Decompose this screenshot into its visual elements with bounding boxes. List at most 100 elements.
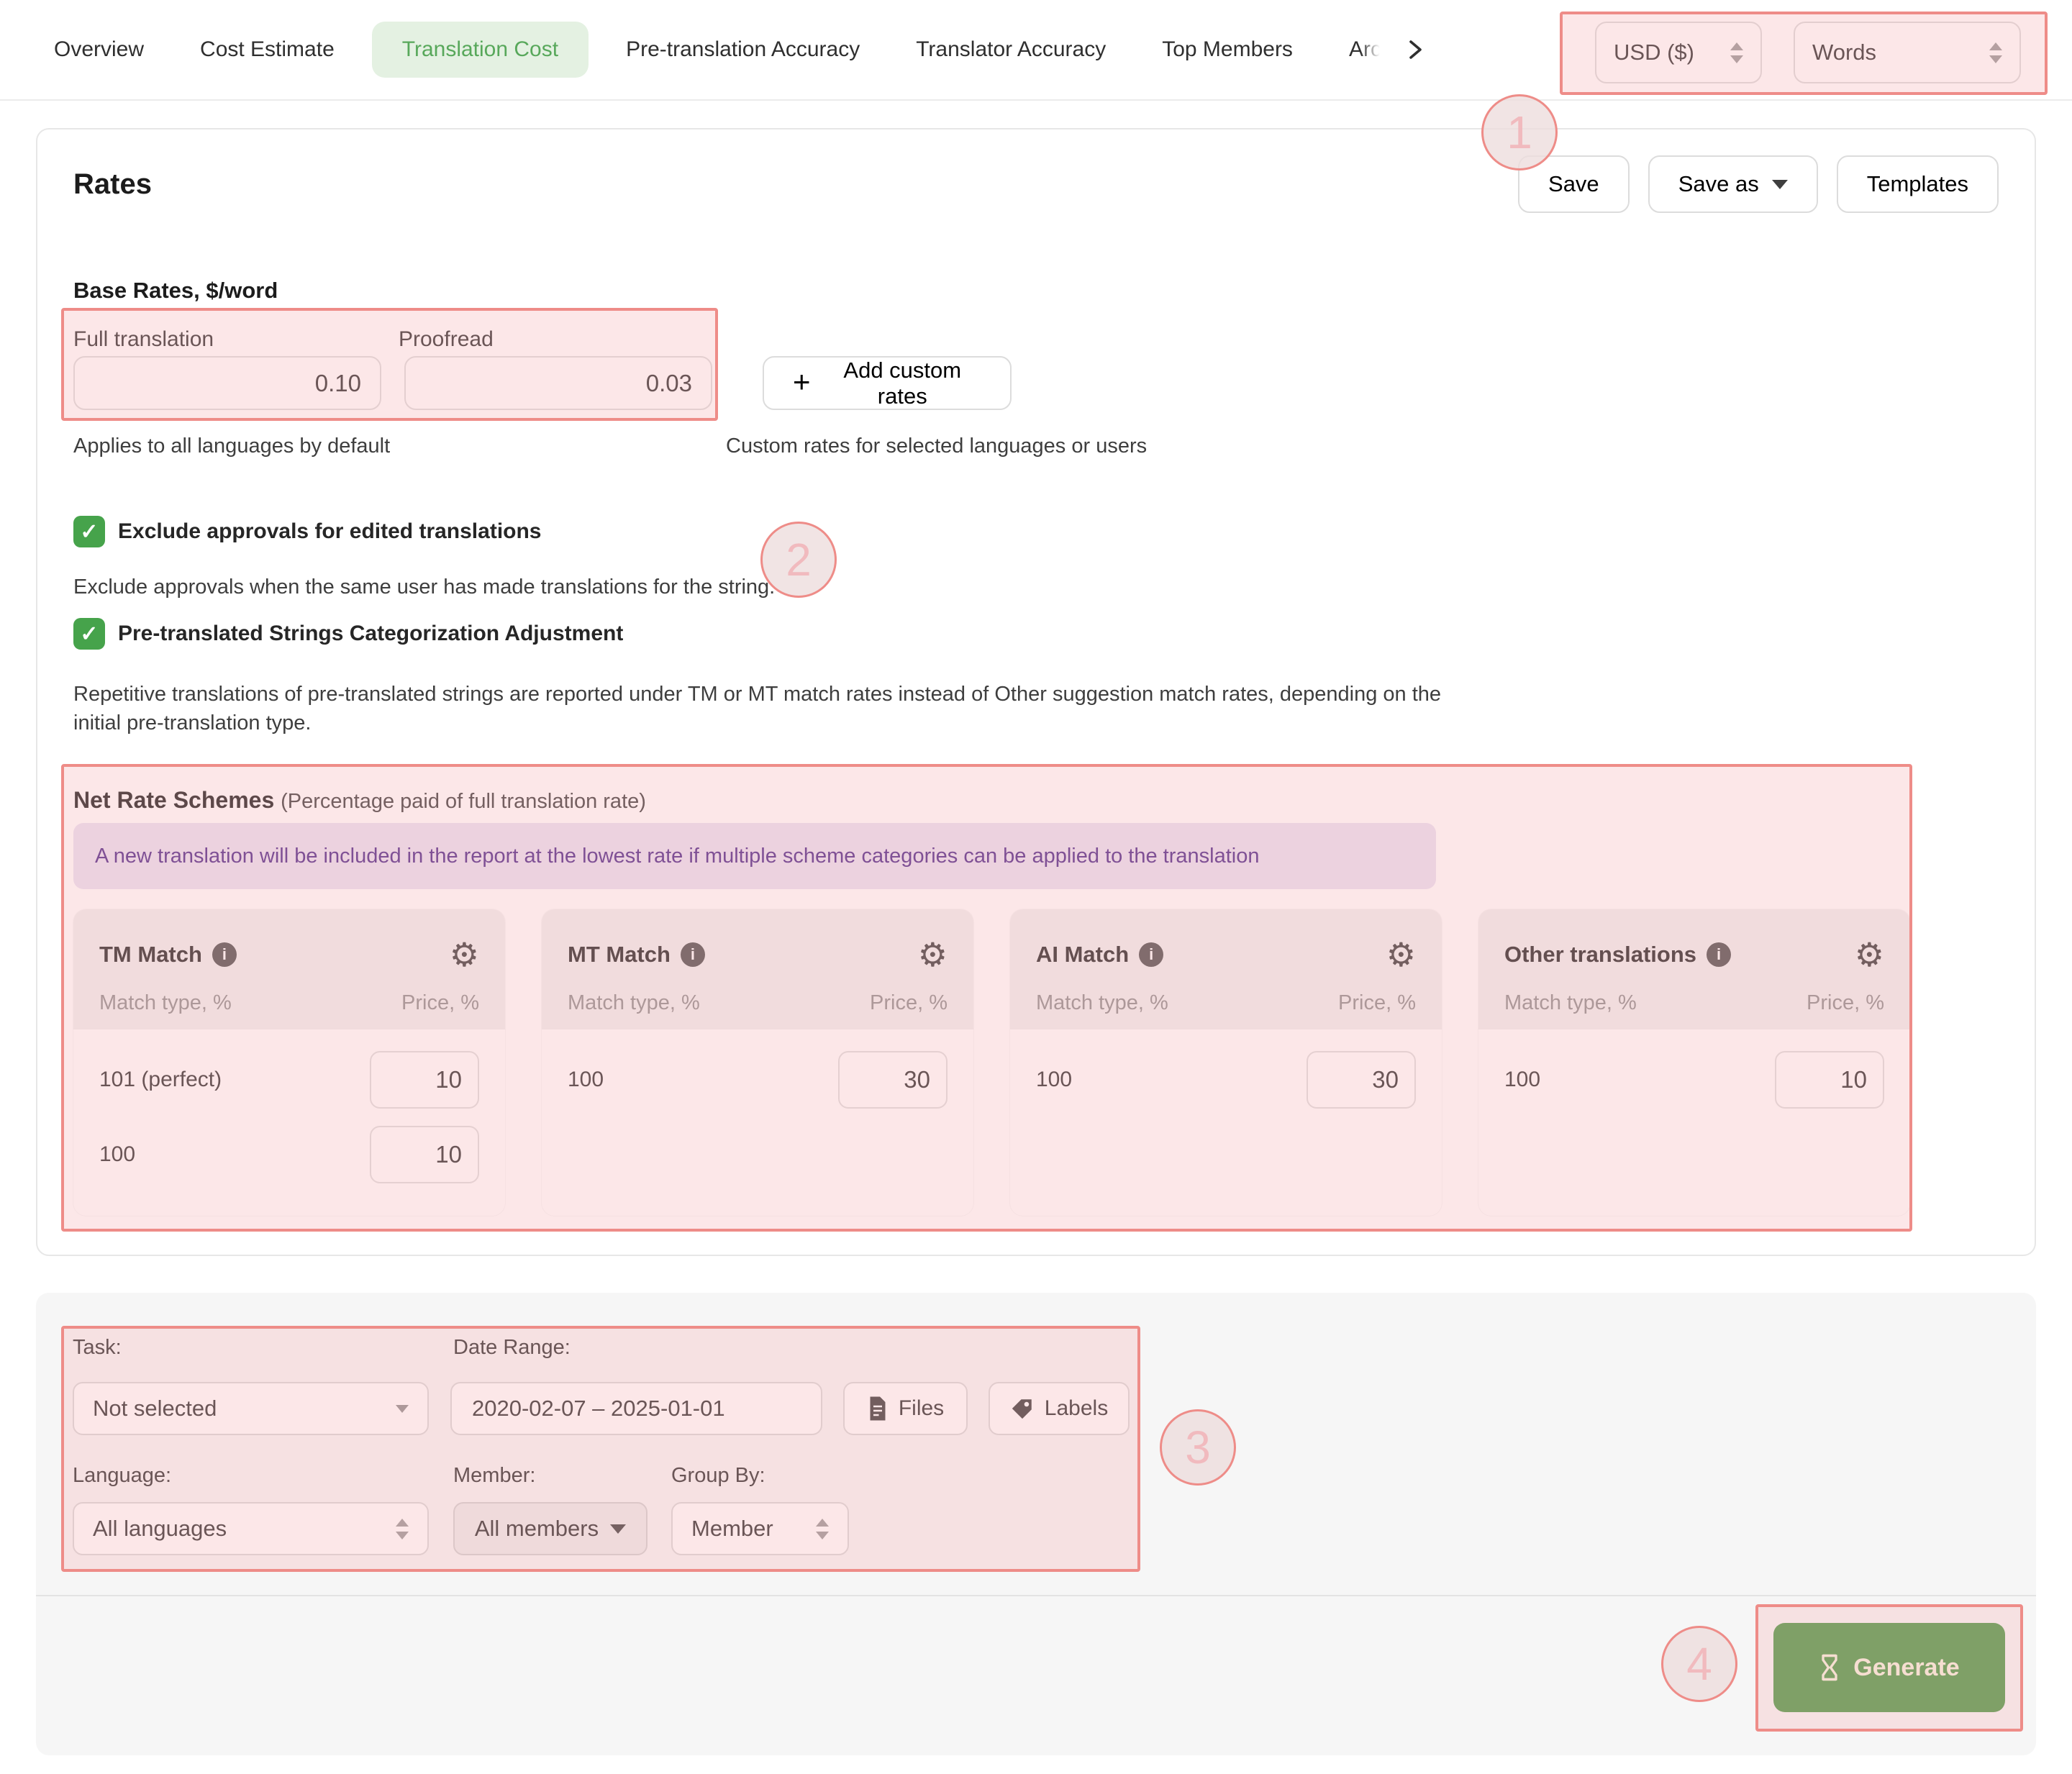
sort-arrows-icon [1730,42,1743,63]
sort-arrows-icon [396,1518,409,1539]
member-label: Member: [453,1464,536,1487]
net-rate-schemes-heading: Net Rate Schemes (Percentage paid of ful… [73,787,646,813]
table-row: 100 [568,1042,948,1117]
labels-button-label: Labels [1044,1396,1109,1420]
gear-icon[interactable]: ⚙ [918,938,948,971]
member-select[interactable]: All members [453,1502,648,1555]
price-input[interactable] [1307,1051,1416,1109]
currency-value: USD ($) [1614,40,1694,65]
proofread-label: Proofread [399,327,494,351]
sort-arrows-icon [816,1518,829,1539]
date-range-label: Date Range: [453,1336,571,1359]
report-filters-panel: Task: Date Range: Not selected 2020-02-0… [36,1293,2036,1755]
group-by-value: Member [691,1516,773,1541]
chevron-down-icon [1771,179,1788,189]
language-select[interactable]: All languages [73,1502,429,1555]
info-icon[interactable]: i [212,942,237,967]
tab-top-members[interactable]: Top Members [1162,37,1293,62]
chevron-down-icon [610,1524,627,1534]
language-value: All languages [93,1516,227,1541]
info-icon[interactable]: i [1707,942,1731,967]
rates-title: Rates [73,168,152,200]
table-row: 100 [99,1117,479,1192]
tab-translation-cost[interactable]: Translation Cost [371,22,589,78]
ai-match-title: AI Match [1036,942,1130,967]
custom-rates-caption: Custom rates for selected languages or u… [726,435,1148,458]
base-rates-heading: Base Rates, $/word [73,278,278,303]
rates-panel: Rates Save Save as Templates Base Rates,… [36,128,2036,1256]
match-type-value: 101 (perfect) [99,1068,222,1091]
generate-button[interactable]: Generate [1773,1623,2005,1712]
save-button[interactable]: Save [1518,155,1630,213]
price-column-header: Price, % [1807,991,1884,1014]
report-settings-page: Overview Cost Estimate Translation Cost … [0,0,2072,1774]
task-label: Task: [73,1336,122,1359]
table-row: 100 [1504,1042,1884,1117]
match-type-value: 100 [99,1142,136,1166]
checkmark-icon: ✓ [80,622,99,646]
price-column-header: Price, % [870,991,948,1014]
date-range-input[interactable]: 2020-02-07 – 2025-01-01 [450,1382,822,1435]
pretranslated-adjustment-checkbox[interactable]: ✓ [73,618,105,650]
tab-cost-estimate[interactable]: Cost Estimate [200,37,335,62]
full-translation-rate-input[interactable] [73,356,381,410]
table-row: 101 (perfect) [99,1042,479,1117]
price-input[interactable] [838,1051,948,1109]
match-type-value: 100 [568,1068,604,1091]
save-as-button[interactable]: Save as [1648,155,1818,213]
generate-button-label: Generate [1853,1653,1960,1681]
chevron-down-icon [396,1404,409,1413]
unit-value: Words [1812,40,1877,65]
price-column-header: Price, % [401,991,479,1014]
other-translations-card: Other translations i ⚙ Match type, % Pri… [1478,909,1910,1216]
tab-pre-translation-accuracy[interactable]: Pre-translation Accuracy [626,37,860,62]
match-type-column-header: Match type, % [1504,991,1637,1014]
tm-match-title: TM Match [99,942,202,967]
gear-icon[interactable]: ⚙ [1855,938,1884,971]
hourglass-icon [1822,1654,1837,1681]
language-label: Language: [73,1464,172,1487]
group-by-select[interactable]: Member [671,1502,849,1555]
sort-arrows-icon [1989,42,2002,63]
net-rate-cards: TM Match i ⚙ Match type, % Price, % 101 … [73,909,1999,1216]
currency-select[interactable]: USD ($) [1595,22,1762,83]
exclude-approvals-checkbox[interactable]: ✓ [73,516,105,547]
price-input[interactable] [1775,1051,1884,1109]
info-icon[interactable]: i [680,942,705,967]
proofread-rate-input[interactable] [404,356,712,410]
price-column-header: Price, % [1338,991,1416,1014]
templates-button[interactable]: Templates [1836,155,1999,213]
add-custom-rates-button[interactable]: + Add custom rates [763,356,1012,410]
gear-icon[interactable]: ⚙ [1386,938,1416,971]
ai-match-card: AI Match i ⚙ Match type, % Price, % 100 [1010,909,1442,1216]
info-icon[interactable]: i [1139,942,1164,967]
unit-select[interactable]: Words [1794,22,2021,83]
gear-icon[interactable]: ⚙ [450,938,479,971]
member-value: All members [474,1516,599,1541]
match-type-column-header: Match type, % [1036,991,1168,1014]
files-button-label: Files [898,1396,945,1420]
files-button[interactable]: Files [843,1382,968,1435]
tag-icon [1012,1399,1032,1419]
task-select[interactable]: Not selected [73,1382,429,1435]
plus-icon: + [793,364,811,399]
tm-match-card: TM Match i ⚙ Match type, % Price, % 101 … [73,909,505,1216]
exclude-approvals-label: Exclude approvals for edited translation… [118,519,542,543]
tab-overview[interactable]: Overview [54,37,144,62]
pretranslated-adjustment-description: Repetitive translations of pre-translate… [73,683,1442,734]
exclude-approvals-description: Exclude approvals when the same user has… [73,576,776,599]
mt-match-card: MT Match i ⚙ Match type, % Price, % 100 [542,909,973,1216]
labels-button[interactable]: Labels [989,1382,1130,1435]
checkmark-icon: ✓ [80,519,99,544]
base-rates-caption: Applies to all languages by default [73,435,391,458]
tab-archive-truncated[interactable]: Arc [1349,37,1381,62]
match-type-value: 100 [1504,1068,1541,1091]
match-type-column-header: Match type, % [99,991,232,1014]
price-input[interactable] [370,1051,479,1109]
tabs-overflow-chevron-icon[interactable] [1406,35,1424,64]
date-range-value: 2020-02-07 – 2025-01-01 [472,1396,725,1421]
tab-translator-accuracy[interactable]: Translator Accuracy [916,37,1106,62]
table-row: 100 [1036,1042,1416,1117]
price-input[interactable] [370,1126,479,1183]
other-translations-title: Other translations [1504,942,1696,967]
